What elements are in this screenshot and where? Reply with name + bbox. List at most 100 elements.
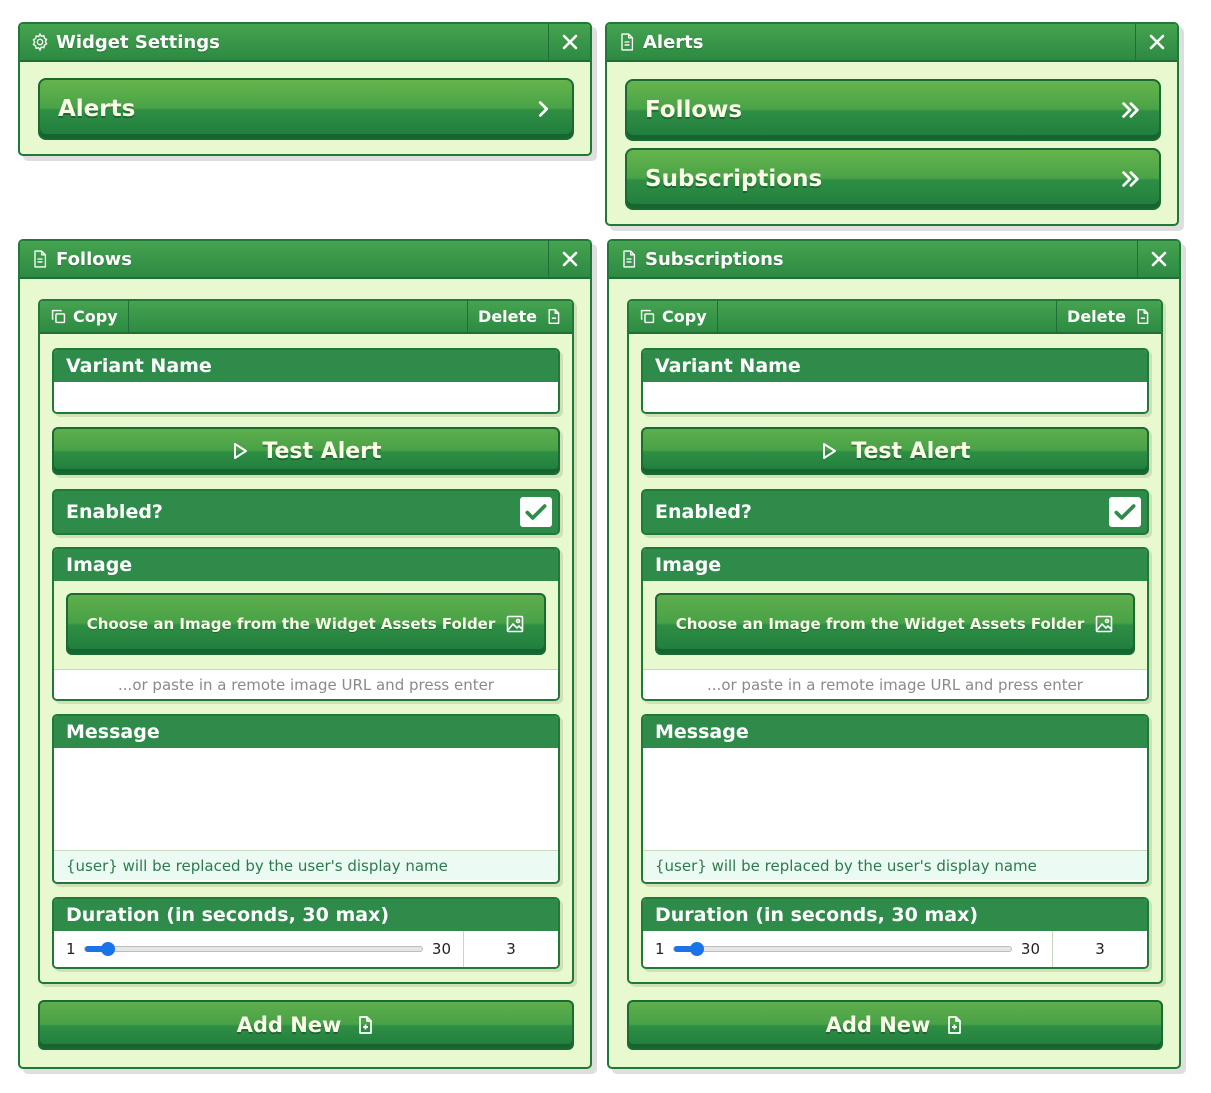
copy-button[interactable]: Copy xyxy=(629,300,718,333)
copy-button[interactable]: Copy xyxy=(40,300,129,333)
panel-title: Widget Settings xyxy=(20,32,548,53)
document-plus-icon xyxy=(948,1016,962,1034)
double-chevron-right-icon xyxy=(1122,171,1139,187)
slider-max-label: 30 xyxy=(431,940,451,958)
field-label: Variant Name xyxy=(54,350,558,382)
delete-button[interactable]: Delete xyxy=(1056,300,1161,333)
enabled-checkbox[interactable] xyxy=(1109,497,1141,527)
panel-title-text: Widget Settings xyxy=(56,31,220,53)
add-new-button[interactable]: Add New xyxy=(38,1000,574,1050)
enabled-checkbox[interactable] xyxy=(520,497,552,527)
slider-thumb[interactable] xyxy=(689,942,704,956)
enabled-label: Enabled? xyxy=(66,501,163,523)
close-button[interactable] xyxy=(1135,23,1177,61)
add-new-label: Add New xyxy=(236,1013,342,1037)
gear-icon xyxy=(32,32,48,52)
document-icon xyxy=(621,33,634,51)
field-label: Image xyxy=(643,549,1147,581)
variant-name-input[interactable] xyxy=(643,382,1147,412)
close-button[interactable] xyxy=(1137,240,1179,278)
alerts-nav-button[interactable]: Alerts xyxy=(38,78,574,140)
close-button[interactable] xyxy=(548,240,590,278)
panel-header: Widget Settings xyxy=(20,23,590,62)
panel-title-text: Alerts xyxy=(643,31,704,53)
field-label: Message xyxy=(54,716,558,748)
delete-label: Delete xyxy=(478,307,537,326)
panel-title-text: Follows xyxy=(56,248,132,270)
image-field: Image Choose an Image from the Widget As… xyxy=(52,547,560,701)
copy-label: Copy xyxy=(662,307,707,326)
close-button[interactable] xyxy=(548,23,590,61)
field-label: Message xyxy=(643,716,1147,748)
slider-thumb[interactable] xyxy=(100,942,115,956)
delete-button[interactable]: Delete xyxy=(467,300,572,333)
slider-max-label: 30 xyxy=(1020,940,1040,958)
variant-toolbar: Copy Delete xyxy=(629,300,1161,334)
chevron-right-icon xyxy=(538,101,549,117)
check-icon xyxy=(525,504,547,520)
variant-toolbar: Copy Delete xyxy=(40,300,572,334)
duration-slider: 1 30 xyxy=(54,931,464,967)
image-url-input[interactable] xyxy=(643,669,1147,699)
message-textarea[interactable] xyxy=(643,748,1147,850)
close-icon xyxy=(1149,34,1164,50)
play-icon xyxy=(823,443,837,459)
alert-variant-card: Copy Delete Variant Name Test Alert Enab… xyxy=(38,299,574,984)
slider-track[interactable] xyxy=(83,942,423,956)
image-url-input[interactable] xyxy=(54,669,558,699)
message-field: Message {user} will be replaced by the u… xyxy=(52,714,560,884)
test-alert-button[interactable]: Test Alert xyxy=(52,427,560,475)
image-picker-area: Choose an Image from the Widget Assets F… xyxy=(643,581,1147,669)
follows-nav-button[interactable]: Follows xyxy=(625,79,1161,141)
field-label: Variant Name xyxy=(643,350,1147,382)
duration-controls: 1 30 3 xyxy=(54,931,558,967)
panel-title: Follows xyxy=(20,249,548,270)
field-label: Image xyxy=(54,549,558,581)
copy-icon xyxy=(51,309,66,324)
slider-min-label: 1 xyxy=(66,940,76,958)
variant-name-input[interactable] xyxy=(54,382,558,412)
image-field: Image Choose an Image from the Widget As… xyxy=(641,547,1149,701)
panel-header: Alerts xyxy=(607,23,1177,62)
panel-title-text: Subscriptions xyxy=(645,248,784,270)
follows-editor-panel: Follows Copy Delete Variant Name Test Al… xyxy=(18,239,592,1069)
widget-settings-panel: Widget Settings Alerts xyxy=(18,22,592,156)
test-alert-label: Test Alert xyxy=(851,438,971,464)
copy-label: Copy xyxy=(73,307,118,326)
panel-title: Subscriptions xyxy=(609,249,1137,270)
alerts-panel: Alerts Follows Subscriptions xyxy=(605,22,1179,226)
message-field: Message {user} will be replaced by the u… xyxy=(641,714,1149,884)
variant-name-field: Variant Name xyxy=(641,348,1149,414)
choose-image-button[interactable]: Choose an Image from the Widget Assets F… xyxy=(66,593,546,655)
duration-controls: 1 30 3 xyxy=(643,931,1147,967)
document-icon xyxy=(623,250,636,268)
document-plus-icon xyxy=(359,1016,373,1034)
delete-label: Delete xyxy=(1067,307,1126,326)
test-alert-button[interactable]: Test Alert xyxy=(641,427,1149,475)
panel-header: Subscriptions xyxy=(609,240,1179,279)
image-icon xyxy=(1095,615,1113,633)
double-chevron-right-icon xyxy=(1122,102,1139,118)
duration-slider: 1 30 xyxy=(643,931,1053,967)
message-hint: {user} will be replaced by the user's di… xyxy=(54,850,558,880)
add-new-label: Add New xyxy=(825,1013,931,1037)
choose-image-button[interactable]: Choose an Image from the Widget Assets F… xyxy=(655,593,1135,655)
variant-name-field: Variant Name xyxy=(52,348,560,414)
enabled-label: Enabled? xyxy=(655,501,752,523)
subscriptions-nav-button[interactable]: Subscriptions xyxy=(625,148,1161,210)
play-icon xyxy=(234,443,248,459)
document-icon xyxy=(34,250,47,268)
document-minus-icon xyxy=(548,308,560,325)
test-alert-label: Test Alert xyxy=(262,438,382,464)
enabled-row: Enabled? xyxy=(52,489,560,535)
message-textarea[interactable] xyxy=(54,748,558,850)
add-new-button[interactable]: Add New xyxy=(627,1000,1163,1050)
image-icon xyxy=(506,615,524,633)
image-picker-area: Choose an Image from the Widget Assets F… xyxy=(54,581,558,669)
duration-value-input[interactable]: 3 xyxy=(464,940,558,958)
close-icon xyxy=(562,34,577,50)
duration-value-input[interactable]: 3 xyxy=(1053,940,1147,958)
nav-button-label: Follows xyxy=(645,97,743,123)
choose-image-label: Choose an Image from the Widget Assets F… xyxy=(675,615,1085,633)
slider-track[interactable] xyxy=(672,942,1012,956)
